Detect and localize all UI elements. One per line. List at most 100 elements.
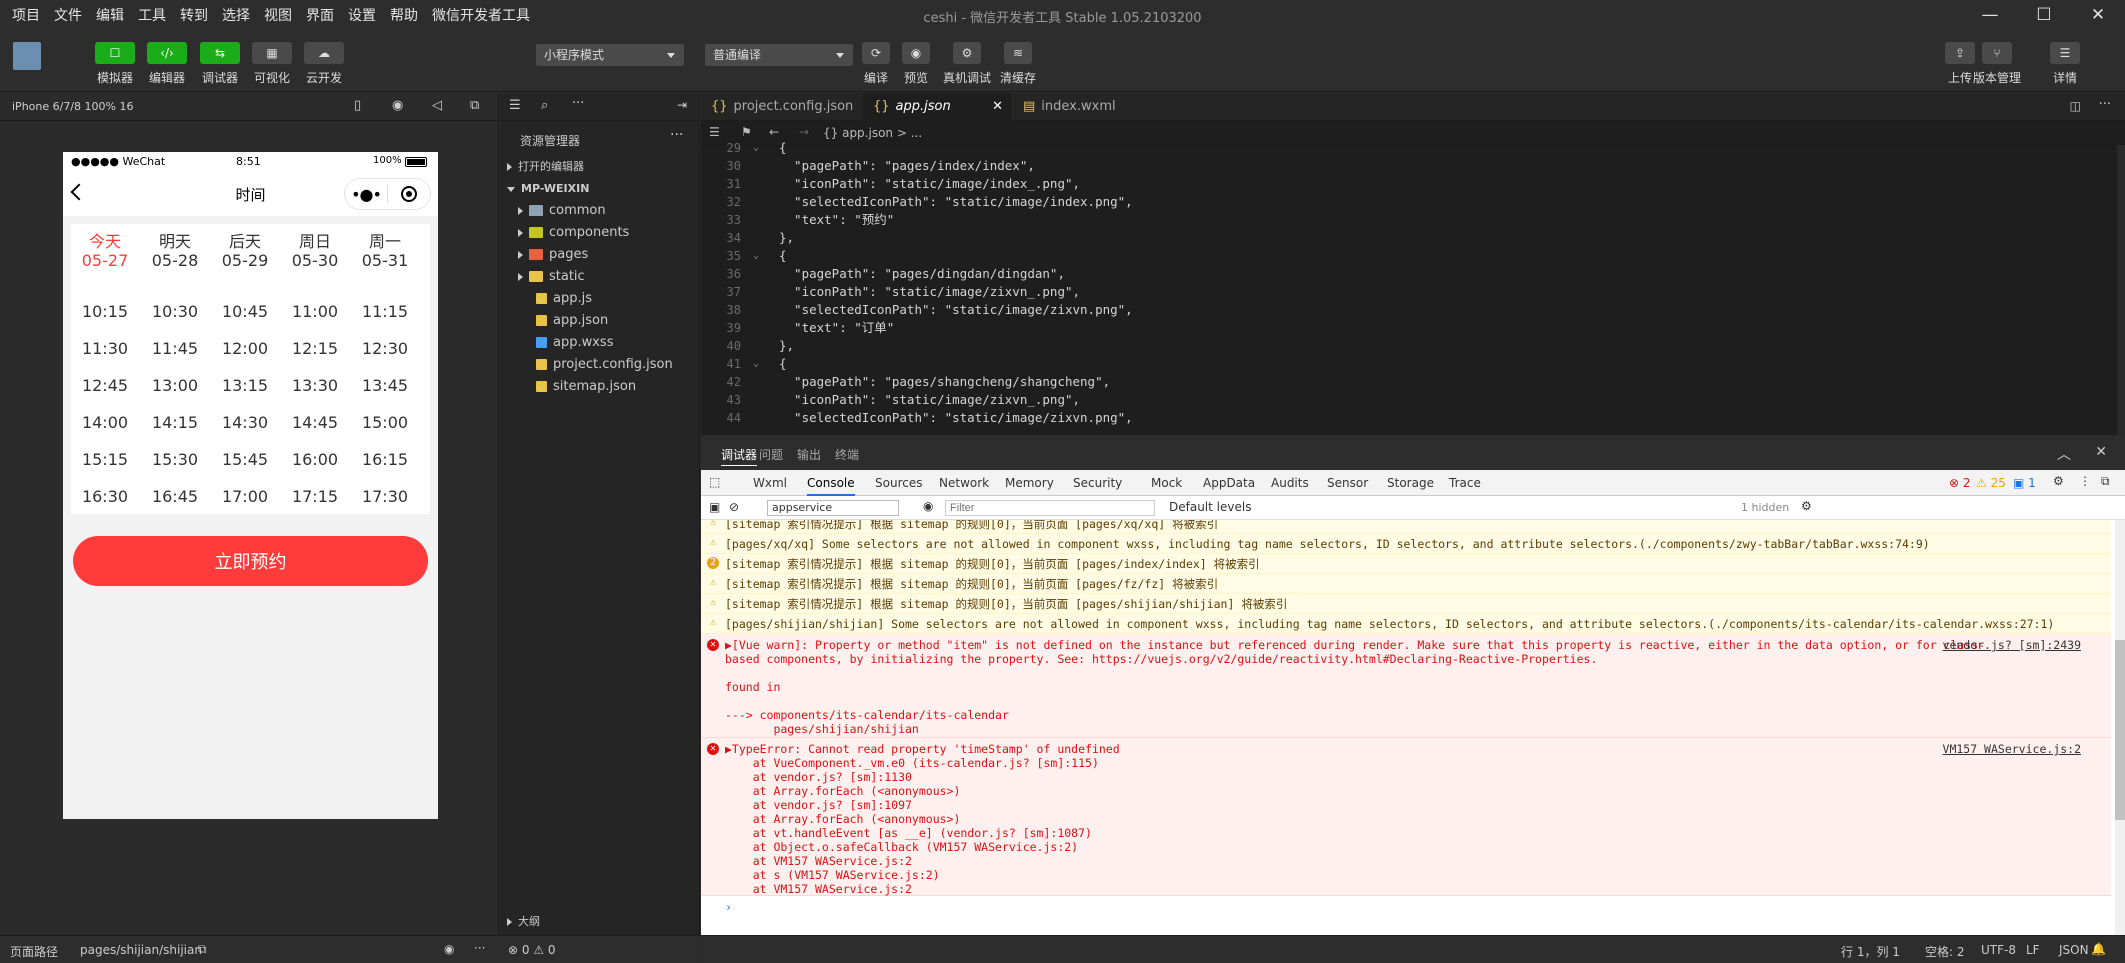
fold-icon[interactable]: ⌄ — [753, 355, 759, 373]
explorer-more-icon[interactable]: ··· — [670, 127, 683, 143]
open-editors-section[interactable]: 打开的编辑器 — [500, 156, 700, 178]
sim-more-icon[interactable]: ··· — [474, 941, 485, 955]
devtools-tab[interactable]: Storage — [1387, 476, 1434, 490]
devtools-tab[interactable]: Wxml — [753, 476, 787, 490]
source-link[interactable]: VM157 WAService.js:2 — [1943, 742, 2081, 756]
devtools-tab[interactable]: AppData — [1203, 476, 1255, 490]
devtools-tab[interactable]: Sensor — [1327, 476, 1368, 490]
tree-item[interactable]: components — [500, 222, 700, 244]
minimap-scrollbar[interactable] — [2117, 145, 2125, 435]
list-icon[interactable]: ☰ — [709, 125, 720, 139]
mode-select[interactable]: 小程序模式 — [536, 44, 684, 66]
menu-item[interactable]: 设置 — [341, 5, 383, 25]
dock-icon[interactable]: ⧉ — [2101, 474, 2110, 489]
day-tab[interactable]: 今天 05-27 — [75, 232, 135, 270]
console-scrollbar[interactable] — [2115, 520, 2125, 935]
sidebar-toggle-icon[interactable]: ▣ — [709, 500, 720, 514]
cursor-position[interactable]: 行 1，列 1 — [1841, 943, 1900, 960]
tree-item[interactable]: static — [500, 266, 700, 288]
close-window-button[interactable]: ✕ — [2071, 0, 2125, 30]
time-slot[interactable]: 13:30 — [285, 376, 345, 395]
time-slot[interactable]: 12:00 — [215, 339, 275, 358]
toolbar-cloud-button[interactable]: ☁ 云开发 — [299, 42, 349, 86]
code-area[interactable]: ⌄ 29{30 "pagePath": "pages/index/index", 3… — [701, 140, 2125, 435]
minimize-button[interactable]: — — [1963, 0, 2017, 30]
menu-item[interactable]: 转到 — [173, 5, 215, 25]
back-nav-icon[interactable]: ← — [769, 125, 779, 139]
tree-item[interactable]: app.wxss — [500, 332, 700, 354]
time-slot[interactable]: 17:15 — [285, 487, 345, 506]
console-prompt[interactable]: › — [701, 896, 2111, 920]
menu-item[interactable]: 视图 — [257, 5, 299, 25]
notification-icon[interactable]: 🔔 — [2091, 942, 2106, 956]
close-capsule-icon[interactable] — [388, 186, 430, 202]
toolbar-grid-button[interactable]: ▦ 可视化 — [247, 42, 297, 86]
root-folder[interactable]: MP-WEIXIN — [500, 178, 700, 200]
maximize-button[interactable]: ☐ — [2017, 0, 2071, 30]
day-tab[interactable]: 周日 05-30 — [285, 232, 345, 270]
devtools-settings-icon[interactable]: ⚙ — [2053, 474, 2064, 488]
time-slot[interactable]: 17:30 — [355, 487, 415, 506]
time-slot[interactable]: 13:15 — [215, 376, 275, 395]
devtools-more-icon[interactable]: ⋮ — [2079, 474, 2091, 488]
panel-tab[interactable]: 终端 — [835, 446, 859, 463]
time-slot[interactable]: 15:15 — [75, 450, 135, 469]
panel-tab[interactable]: 问题 — [759, 446, 783, 463]
devtools-tab[interactable]: Audits — [1271, 476, 1309, 490]
devtools-tab[interactable]: Console — [807, 476, 855, 496]
indent-setting[interactable]: 空格: 2 — [1925, 943, 1965, 960]
menu-item[interactable]: 文件 — [47, 5, 89, 25]
fold-icon[interactable]: ⌄ — [753, 247, 759, 265]
forward-nav-icon[interactable]: → — [799, 125, 809, 139]
sound-icon[interactable]: ◁ — [432, 98, 442, 113]
info-count[interactable]: ▣ 1 — [2013, 476, 2036, 490]
encoding[interactable]: UTF-8 — [1981, 943, 2016, 957]
time-slot[interactable]: 16:30 — [75, 487, 135, 506]
phone-icon[interactable]: ▯ — [354, 98, 361, 113]
time-slot[interactable]: 14:00 — [75, 413, 135, 432]
menu-item[interactable]: 项目 — [0, 5, 47, 25]
collapse-panel-icon[interactable]: ⇥ — [677, 98, 687, 112]
view-icon[interactable]: ◉ — [444, 942, 454, 956]
error-count[interactable]: ⊗ 2 — [1949, 476, 1971, 490]
menu-item[interactable]: 编辑 — [89, 5, 131, 25]
devtools-tab[interactable]: Memory — [1005, 476, 1054, 490]
fold-icon[interactable]: ⌄ — [753, 139, 759, 157]
eol[interactable]: LF — [2026, 943, 2040, 957]
time-slot[interactable]: 10:45 — [215, 302, 275, 321]
tree-item[interactable]: project.config.json — [500, 354, 700, 376]
version-button[interactable]: ⑂ 版本管理 — [1972, 42, 2022, 86]
devtools-tab[interactable]: Mock — [1151, 476, 1182, 490]
devtools-tab[interactable]: Trace — [1449, 476, 1481, 490]
maximize-panel-icon[interactable]: ︿ — [2057, 444, 2071, 464]
time-slot[interactable]: 16:45 — [145, 487, 205, 506]
clear-console-icon[interactable]: ⊘ — [729, 500, 739, 514]
breadcrumb-path[interactable]: {} app.json > ... — [823, 126, 922, 140]
tree-item[interactable]: app.js — [500, 288, 700, 310]
tree-item[interactable]: sitemap.json — [500, 376, 700, 398]
tab-close-icon[interactable]: ✕ — [992, 93, 1003, 121]
menu-item[interactable]: 帮助 — [383, 5, 425, 25]
time-slot[interactable]: 12:45 — [75, 376, 135, 395]
time-slot[interactable]: 16:00 — [285, 450, 345, 469]
menu-item[interactable]: 微信开发者工具 — [425, 5, 537, 25]
search-icon[interactable]: ⌕ — [541, 98, 548, 113]
files-icon[interactable]: ☰ — [509, 98, 521, 113]
more-icon[interactable]: ··· — [572, 96, 584, 111]
toolbar-debug-button[interactable]: ⇆ 调试器 — [195, 42, 245, 86]
close-panel-icon[interactable]: ✕ — [2095, 444, 2107, 460]
device-select[interactable]: iPhone 6/7/8 100% 16 — [12, 100, 133, 113]
editor-tab[interactable]: ▤ index.wxml — [1013, 93, 1133, 121]
time-slot[interactable]: 15:45 — [215, 450, 275, 469]
editor-tab[interactable]: {} app.json ✕ — [863, 93, 1011, 121]
book-now-button[interactable]: 立即预约 — [73, 536, 428, 586]
problems-count[interactable]: ⊗ 0 ⚠ 0 — [508, 943, 556, 957]
editor-tab[interactable]: {} project.config.json — [701, 93, 861, 121]
time-slot[interactable]: 12:15 — [285, 339, 345, 358]
menu-item[interactable]: 选择 — [215, 5, 257, 25]
record-icon[interactable]: ◉ — [392, 98, 403, 113]
language-mode[interactable]: JSON — [2059, 943, 2089, 957]
time-slot[interactable]: 13:45 — [355, 376, 415, 395]
time-slot[interactable]: 11:00 — [285, 302, 345, 321]
eye-icon[interactable]: ◉ — [923, 499, 933, 513]
